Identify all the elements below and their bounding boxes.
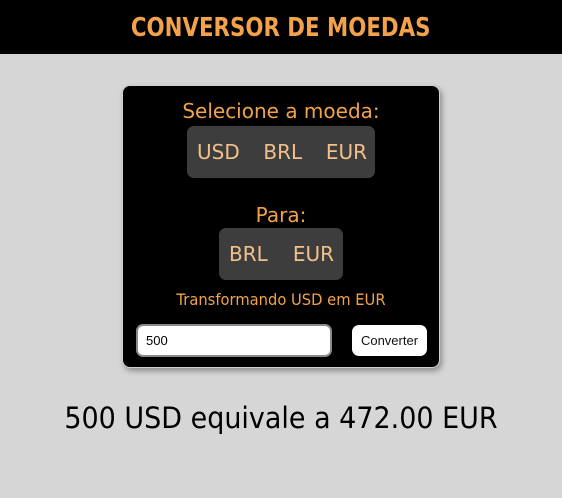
to-currency-options: BRL EUR — [219, 228, 343, 280]
to-option-brl[interactable]: BRL — [229, 242, 268, 266]
from-currency-label: Selecione a moeda: — [182, 99, 380, 123]
conversion-result: 500 USD equivale a 472.00 EUR — [64, 401, 498, 435]
converter-card: Selecione a moeda: USD BRL EUR Para: BRL… — [122, 85, 440, 368]
amount-input[interactable] — [136, 324, 332, 357]
to-option-eur[interactable]: EUR — [293, 242, 334, 266]
convert-button[interactable]: Converter — [352, 325, 427, 356]
conversion-status: Transformando USD em EUR — [176, 290, 386, 309]
app-header: CONVERSOR DE MOEDAS — [0, 0, 562, 54]
app-title: CONVERSOR DE MOEDAS — [131, 13, 431, 43]
from-option-usd[interactable]: USD — [197, 140, 240, 164]
from-currency-options: USD BRL EUR — [187, 126, 375, 178]
from-option-eur[interactable]: EUR — [326, 140, 367, 164]
to-currency-label: Para: — [255, 203, 307, 227]
from-option-brl[interactable]: BRL — [263, 140, 302, 164]
